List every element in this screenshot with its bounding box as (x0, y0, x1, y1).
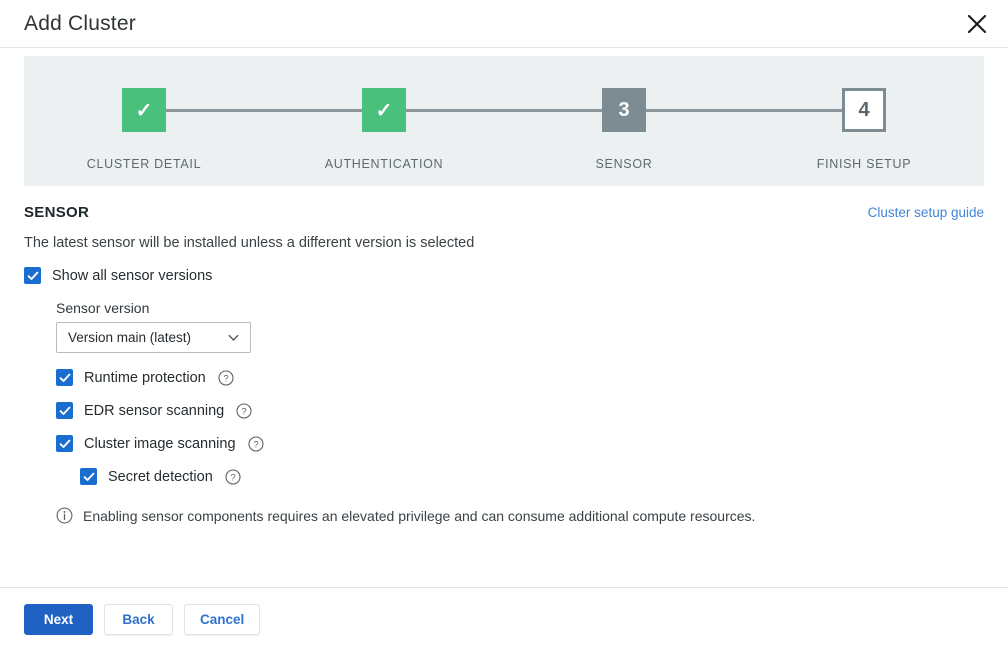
info-note-text: Enabling sensor components requires an e… (83, 507, 756, 524)
section-title: SENSOR (24, 204, 90, 221)
step-label: SENSOR (595, 157, 653, 171)
chevron-down-icon (226, 330, 241, 345)
checkbox-label: Show all sensor versions (52, 267, 213, 284)
checkbox-runtime-protection[interactable] (56, 369, 73, 386)
svg-text:?: ? (223, 373, 228, 384)
checkbox-row-secret-detection[interactable]: Secret detection ? (80, 468, 984, 485)
info-circle-icon (56, 507, 73, 524)
modal-body: SENSOR Cluster setup guide The latest se… (0, 186, 1008, 548)
check-icon (27, 270, 39, 282)
help-circle-icon[interactable]: ? (225, 468, 241, 485)
step-label: AUTHENTICATION (324, 157, 444, 171)
check-icon (59, 372, 71, 384)
stepper-panel: ✓ CLUSTER DETAIL ✓ AUTHENTICATION 3 SENS… (24, 56, 984, 186)
step-label: CLUSTER DETAIL (86, 157, 202, 171)
info-note: Enabling sensor components requires an e… (56, 507, 984, 524)
step-label: FINISH SETUP (816, 157, 912, 171)
stepper: ✓ CLUSTER DETAIL ✓ AUTHENTICATION 3 SENS… (24, 56, 984, 186)
back-button[interactable]: Back (104, 603, 173, 635)
help-circle-icon[interactable]: ? (236, 402, 252, 419)
check-icon (83, 471, 95, 483)
checkbox-show-all-sensor-versions[interactable] (24, 267, 41, 284)
step-marker[interactable]: 3 (602, 88, 646, 132)
checkbox-secret-detection[interactable] (80, 468, 97, 485)
step-marker[interactable]: ✓ (362, 88, 406, 132)
help-circle-icon[interactable]: ? (247, 435, 264, 452)
checkbox-label: Cluster image scanning (84, 435, 236, 452)
check-icon (59, 438, 71, 450)
next-button[interactable]: Next (24, 603, 93, 635)
cluster-setup-guide-link[interactable]: Cluster setup guide (868, 205, 984, 220)
step-sensor[interactable]: 3 SENSOR (504, 88, 744, 171)
modal-header: Add Cluster (0, 0, 1008, 48)
step-cluster-detail[interactable]: ✓ CLUSTER DETAIL (24, 88, 264, 171)
sensor-version-value: Version main (latest) (68, 330, 192, 345)
svg-text:?: ? (230, 472, 235, 483)
checkbox-label: EDR sensor scanning (84, 402, 225, 419)
close-button[interactable] (960, 7, 994, 41)
step-marker[interactable]: 4 (842, 88, 886, 132)
step-marker[interactable]: ✓ (122, 88, 166, 132)
checkbox-row-runtime-protection[interactable]: Runtime protection ? (56, 369, 984, 386)
section-description: The latest sensor will be installed unle… (24, 235, 475, 251)
sensor-version-select[interactable]: Version main (latest) (56, 322, 251, 353)
checkbox-row-show-all-versions[interactable]: Show all sensor versions (24, 267, 984, 284)
sensor-version-label: Sensor version (56, 300, 150, 316)
svg-text:?: ? (253, 439, 258, 450)
checkbox-label: Runtime protection (84, 369, 206, 386)
help-circle-icon[interactable]: ? (218, 369, 234, 386)
checkbox-cluster-image-scanning[interactable] (56, 435, 73, 452)
checkbox-row-cluster-image-scanning[interactable]: Cluster image scanning ? (56, 435, 984, 452)
close-icon (966, 13, 988, 35)
svg-text:?: ? (242, 406, 247, 417)
checkbox-row-edr-sensor-scanning[interactable]: EDR sensor scanning ? (56, 402, 984, 419)
cancel-button[interactable]: Cancel (184, 603, 261, 635)
check-icon (59, 405, 71, 417)
checkbox-label: Secret detection (108, 468, 213, 485)
sensor-version-field: Sensor version Version main (latest) (56, 300, 984, 353)
step-finish-setup[interactable]: 4 FINISH SETUP (744, 88, 984, 171)
modal-footer: Next Back Cancel (0, 587, 1008, 650)
step-authentication[interactable]: ✓ AUTHENTICATION (264, 88, 504, 171)
page-title: Add Cluster (24, 11, 136, 35)
section-header: SENSOR Cluster setup guide (24, 204, 984, 221)
checkbox-edr-sensor-scanning[interactable] (56, 402, 73, 419)
